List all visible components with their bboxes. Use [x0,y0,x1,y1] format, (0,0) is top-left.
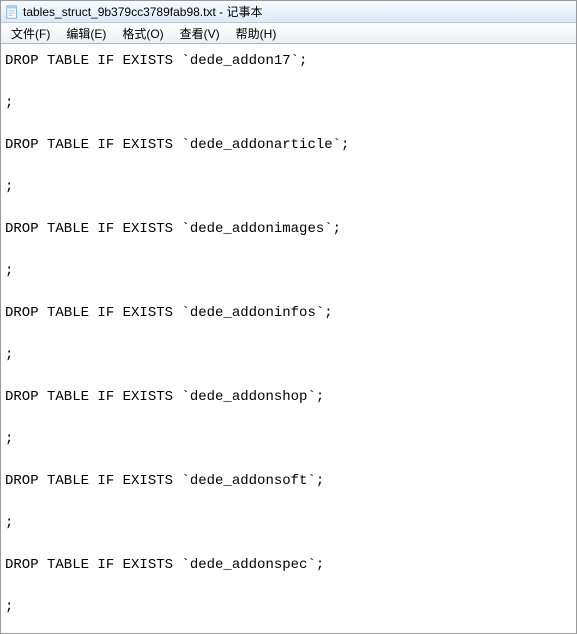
menubar: 文件(F) 编辑(E) 格式(O) 查看(V) 帮助(H) [1,23,576,44]
menu-format[interactable]: 格式(O) [114,23,171,44]
titlebar: tables_struct_9b379cc3789fab98.txt - 记事本 [1,1,576,23]
menu-help[interactable]: 帮助(H) [228,23,285,44]
editor-text[interactable]: DROP TABLE IF EXISTS `dede_addon17`; ; D… [1,45,576,633]
window-title: tables_struct_9b379cc3789fab98.txt - 记事本 [23,3,262,20]
notepad-icon [5,5,19,19]
menu-file[interactable]: 文件(F) [3,23,58,44]
menu-edit[interactable]: 编辑(E) [58,23,114,44]
menu-view[interactable]: 查看(V) [172,23,228,44]
editor-scroll[interactable]: DROP TABLE IF EXISTS `dede_addon17`; ; D… [1,44,576,633]
